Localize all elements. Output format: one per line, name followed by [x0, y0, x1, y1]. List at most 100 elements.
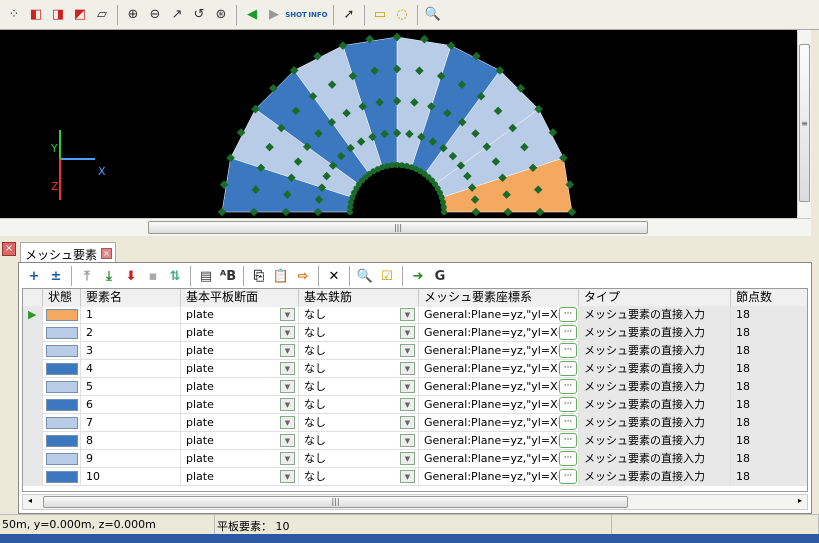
element-name-cell[interactable]: 1 — [81, 306, 181, 324]
section-cell[interactable]: plate ▼ — [181, 414, 299, 432]
section-cell[interactable]: plate ▼ — [181, 450, 299, 468]
view-side-icon[interactable]: ◩ — [70, 5, 90, 25]
tab-mesh-elements[interactable]: メッシュ要素 × — [20, 242, 116, 264]
add-row-icon[interactable]: + — [24, 266, 44, 286]
type-cell[interactable]: メッシュ要素の直接入力 — [579, 432, 731, 450]
row-header[interactable] — [23, 414, 43, 432]
coord-system-cell[interactable]: General:Plane=yz,"yl=X=0.0 ··· — [419, 450, 579, 468]
disabled-icon[interactable]: ▪ — [143, 266, 163, 286]
rebar-cell[interactable]: なし ▼ — [299, 414, 419, 432]
ellipsis-button[interactable]: ··· — [559, 433, 577, 448]
element-name-cell[interactable]: 4 — [81, 360, 181, 378]
viewport-vertical-scrollbar[interactable]: ≡ — [797, 30, 811, 218]
ellipsis-button[interactable]: ··· — [559, 415, 577, 430]
node-count-cell[interactable]: 18 — [731, 468, 807, 486]
type-cell[interactable]: メッシュ要素の直接入力 — [579, 360, 731, 378]
rotate-icon[interactable]: ↺ — [189, 5, 209, 25]
section-dropdown-icon[interactable]: ▼ — [280, 308, 295, 321]
table-row[interactable]: 8 plate ▼ なし ▼ General:Plane=yz,"yl=X=0.0 ··· メ… — [23, 432, 807, 450]
element-name-cell[interactable]: 2 — [81, 324, 181, 342]
node-count-cell[interactable]: 18 — [731, 450, 807, 468]
section-dropdown-icon[interactable]: ▼ — [280, 470, 295, 483]
coord-system-cell[interactable]: General:Plane=yz,"yl=X=0.0 ··· — [419, 360, 579, 378]
node-count-cell[interactable]: 18 — [731, 414, 807, 432]
type-cell[interactable]: メッシュ要素の直接入力 — [579, 468, 731, 486]
import-icon[interactable]: ▤ — [196, 266, 216, 286]
coord-system-cell[interactable]: General:Plane=yz,"yl=X=0.0 ··· — [419, 378, 579, 396]
ellipsis-button[interactable]: ··· — [559, 361, 577, 376]
type-cell[interactable]: メッシュ要素の直接入力 — [579, 324, 731, 342]
section-dropdown-icon[interactable]: ▼ — [280, 434, 295, 447]
row-header[interactable] — [23, 468, 43, 486]
3d-viewport[interactable]: X Y Z — [0, 30, 797, 218]
find-icon[interactable]: 🔍 — [423, 5, 443, 25]
view-iso-icon[interactable]: ▱ — [92, 5, 112, 25]
rebar-dropdown-icon[interactable]: ▼ — [400, 362, 415, 375]
table-row[interactable]: 4 plate ▼ なし ▼ General:Plane=yz,"yl=X=0.0 ··· メ… — [23, 360, 807, 378]
element-name-cell[interactable]: 5 — [81, 378, 181, 396]
column-header[interactable]: 基本平板断面 — [181, 289, 299, 307]
column-header[interactable]: 要素名 — [81, 289, 181, 307]
section-cell[interactable]: plate ▼ — [181, 468, 299, 486]
table-row[interactable]: 7 plate ▼ なし ▼ General:Plane=yz,"yl=X=0.0 ··· メ… — [23, 414, 807, 432]
shot-icon[interactable]: SHOT — [285, 5, 307, 25]
type-cell[interactable]: メッシュ要素の直接入力 — [579, 378, 731, 396]
row-header[interactable] — [23, 432, 43, 450]
column-header[interactable]: 節点数 — [731, 289, 807, 307]
rebar-dropdown-icon[interactable]: ▼ — [400, 344, 415, 357]
status-cell[interactable] — [43, 306, 81, 324]
close-tab-icon[interactable]: × — [101, 248, 112, 259]
section-cell[interactable]: plate ▼ — [181, 342, 299, 360]
type-cell[interactable]: メッシュ要素の直接入力 — [579, 414, 731, 432]
coord-system-cell[interactable]: General:Plane=yz,"yl=X=0.0 ··· — [419, 342, 579, 360]
table-horizontal-scrollbar[interactable]: ◂ ||| ▸ — [22, 494, 808, 510]
back-icon[interactable]: ◀ — [242, 5, 262, 25]
select-rect-icon[interactable]: ▭ — [370, 5, 390, 25]
close-panel-icon[interactable]: × — [2, 242, 16, 256]
coord-system-cell[interactable]: General:Plane=yz,"yl=X=0.0 ··· — [419, 414, 579, 432]
rename-icon[interactable]: ᴬB — [218, 266, 238, 286]
row-header[interactable] — [23, 324, 43, 342]
zoom-window-icon[interactable]: ⊕ — [123, 5, 143, 25]
row-header[interactable] — [23, 360, 43, 378]
status-cell[interactable] — [43, 468, 81, 486]
ellipsis-button[interactable]: ··· — [559, 451, 577, 466]
rebar-dropdown-icon[interactable]: ▼ — [400, 470, 415, 483]
zoom-out-icon[interactable]: ⊖ — [145, 5, 165, 25]
ellipsis-button[interactable]: ··· — [559, 379, 577, 394]
element-name-cell[interactable]: 3 — [81, 342, 181, 360]
rebar-cell[interactable]: なし ▼ — [299, 450, 419, 468]
pan-icon[interactable]: ↗ — [167, 5, 187, 25]
coord-system-cell[interactable]: General:Plane=yz,"yl=X=0.0 ··· — [419, 432, 579, 450]
row-header[interactable] — [23, 342, 43, 360]
section-cell[interactable]: plate ▼ — [181, 432, 299, 450]
table-row[interactable]: 5 plate ▼ なし ▼ General:Plane=yz,"yl=X=0.0 ··· メ… — [23, 378, 807, 396]
rebar-dropdown-icon[interactable]: ▼ — [400, 452, 415, 465]
table-row[interactable]: 6 plate ▼ なし ▼ General:Plane=yz,"yl=X=0.0 ··· メ… — [23, 396, 807, 414]
element-name-cell[interactable]: 10 — [81, 468, 181, 486]
coord-system-cell[interactable]: General:Plane=yz,"yl=X=0.0 ··· — [419, 306, 579, 324]
status-cell[interactable] — [43, 342, 81, 360]
rebar-cell[interactable]: なし ▼ — [299, 360, 419, 378]
forward-icon[interactable]: ▶ — [264, 5, 284, 25]
node-count-cell[interactable]: 18 — [731, 378, 807, 396]
rebar-dropdown-icon[interactable]: ▼ — [400, 380, 415, 393]
info-icon[interactable]: INFO — [308, 5, 328, 25]
section-dropdown-icon[interactable]: ▼ — [280, 362, 295, 375]
node-count-cell[interactable]: 18 — [731, 342, 807, 360]
row-header[interactable] — [23, 396, 43, 414]
section-dropdown-icon[interactable]: ▼ — [280, 326, 295, 339]
table-row[interactable]: 10 plate ▼ なし ▼ General:Plane=yz,"yl=X=0.0 ···… — [23, 468, 807, 486]
move-bottom-icon[interactable]: ⬇ — [121, 266, 141, 286]
copy-icon[interactable]: ⎘ — [249, 266, 269, 286]
insert-row-icon[interactable]: ± — [46, 266, 66, 286]
rebar-cell[interactable]: なし ▼ — [299, 324, 419, 342]
ellipsis-button[interactable]: ··· — [559, 343, 577, 358]
section-cell[interactable]: plate ▼ — [181, 378, 299, 396]
rebar-cell[interactable]: なし ▼ — [299, 306, 419, 324]
search-icon[interactable]: 🔍 — [355, 266, 375, 286]
element-name-cell[interactable]: 7 — [81, 414, 181, 432]
rebar-dropdown-icon[interactable]: ▼ — [400, 398, 415, 411]
node-count-cell[interactable]: 18 — [731, 360, 807, 378]
ellipsis-button[interactable]: ··· — [559, 307, 577, 322]
